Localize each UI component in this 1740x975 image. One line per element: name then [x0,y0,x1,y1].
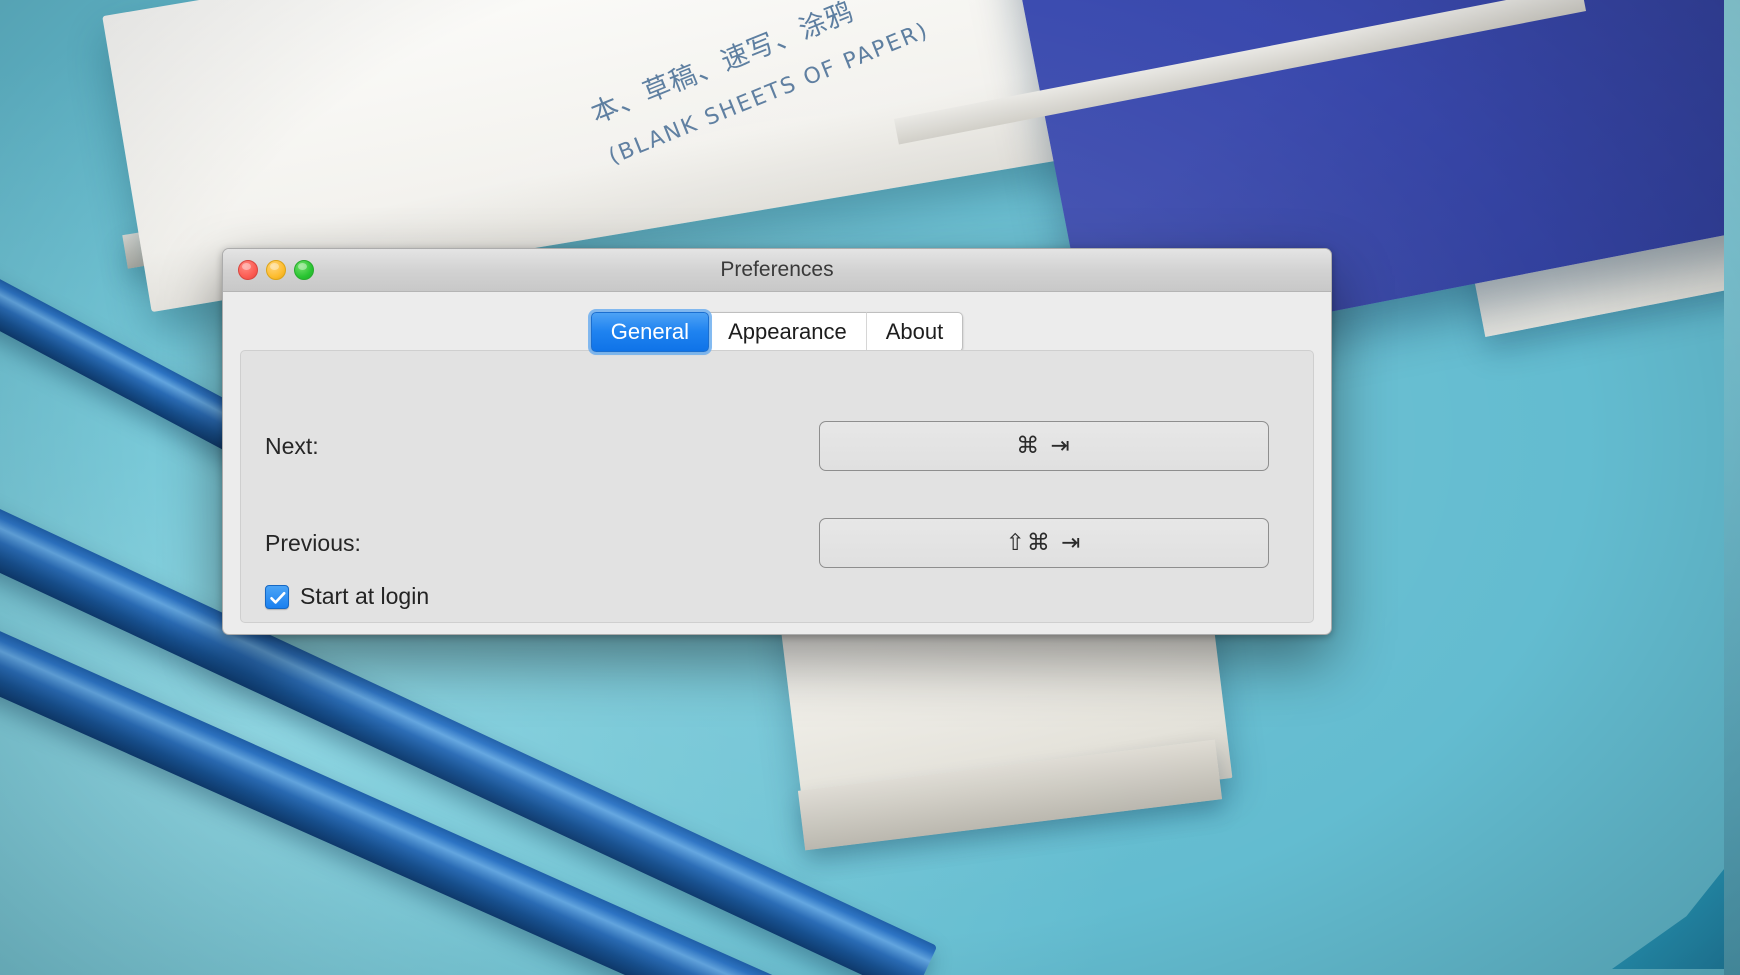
next-shortcut-recorder[interactable]: ⌘ ⇥ [819,421,1269,471]
start-at-login-row[interactable]: Start at login [265,583,429,610]
tab-about[interactable]: About [867,312,964,352]
window-title: Preferences [223,258,1331,282]
start-at-login-checkbox[interactable] [265,585,289,609]
next-shortcut-value: ⌘ ⇥ [1016,433,1072,459]
general-settings-panel: Next: ⌘ ⇥ Previous: ⇧⌘ ⇥ Start at login [240,350,1314,623]
next-label: Next: [241,433,819,460]
preferences-window: Preferences General Appearance About Nex… [222,248,1332,635]
segmented-tab-control: General Appearance About [591,312,963,352]
tab-appearance[interactable]: Appearance [709,312,867,352]
previous-label: Previous: [241,530,819,557]
previous-shortcut-value: ⇧⌘ ⇥ [1006,530,1083,556]
window-titlebar[interactable]: Preferences [223,249,1331,292]
tab-general[interactable]: General [591,312,709,352]
previous-shortcut-row: Previous: ⇧⌘ ⇥ [241,518,1313,568]
next-shortcut-row: Next: ⌘ ⇥ [241,421,1313,471]
checkmark-icon [269,589,287,607]
start-at-login-label: Start at login [300,583,429,610]
previous-shortcut-recorder[interactable]: ⇧⌘ ⇥ [819,518,1269,568]
tab-bar: General Appearance About [223,292,1331,340]
